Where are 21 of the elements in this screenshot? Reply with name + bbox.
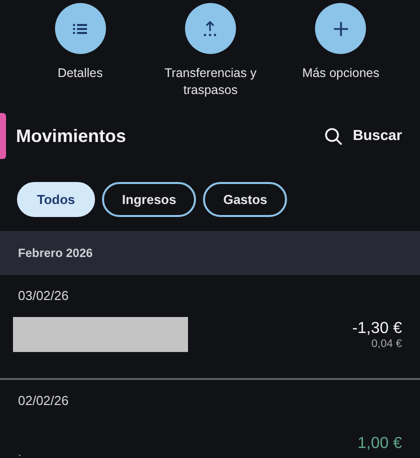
transaction-amount: 1,00 €	[358, 435, 402, 453]
action-label: Detalles	[56, 65, 104, 82]
search-button[interactable]: Buscar	[324, 126, 402, 146]
filter-chip[interactable]: Ingresos	[102, 182, 196, 217]
action-label: Transferencias y traspasos	[164, 65, 258, 99]
section-title: Movimientos	[16, 126, 128, 146]
action-button[interactable]	[315, 3, 366, 54]
month-header: Febrero 2026	[0, 231, 420, 275]
section-accent	[0, 113, 6, 159]
search-icon	[324, 126, 343, 146]
action-button[interactable]	[54, 3, 106, 54]
transaction-date: 02/02/26	[17, 392, 70, 410]
action-button[interactable]	[184, 3, 236, 54]
secondary-amount: 0,04 €	[371, 338, 402, 350]
filter-chip[interactable]: Gastos	[203, 182, 288, 217]
filter-chip[interactable]: Todos	[17, 182, 96, 217]
transaction-description: .	[17, 445, 22, 458]
transaction-amount: -1,30 €	[352, 320, 402, 338]
action-label: Más opciones	[301, 65, 380, 82]
plus-icon	[332, 20, 350, 38]
transaction-date: 03/02/26	[17, 287, 70, 305]
